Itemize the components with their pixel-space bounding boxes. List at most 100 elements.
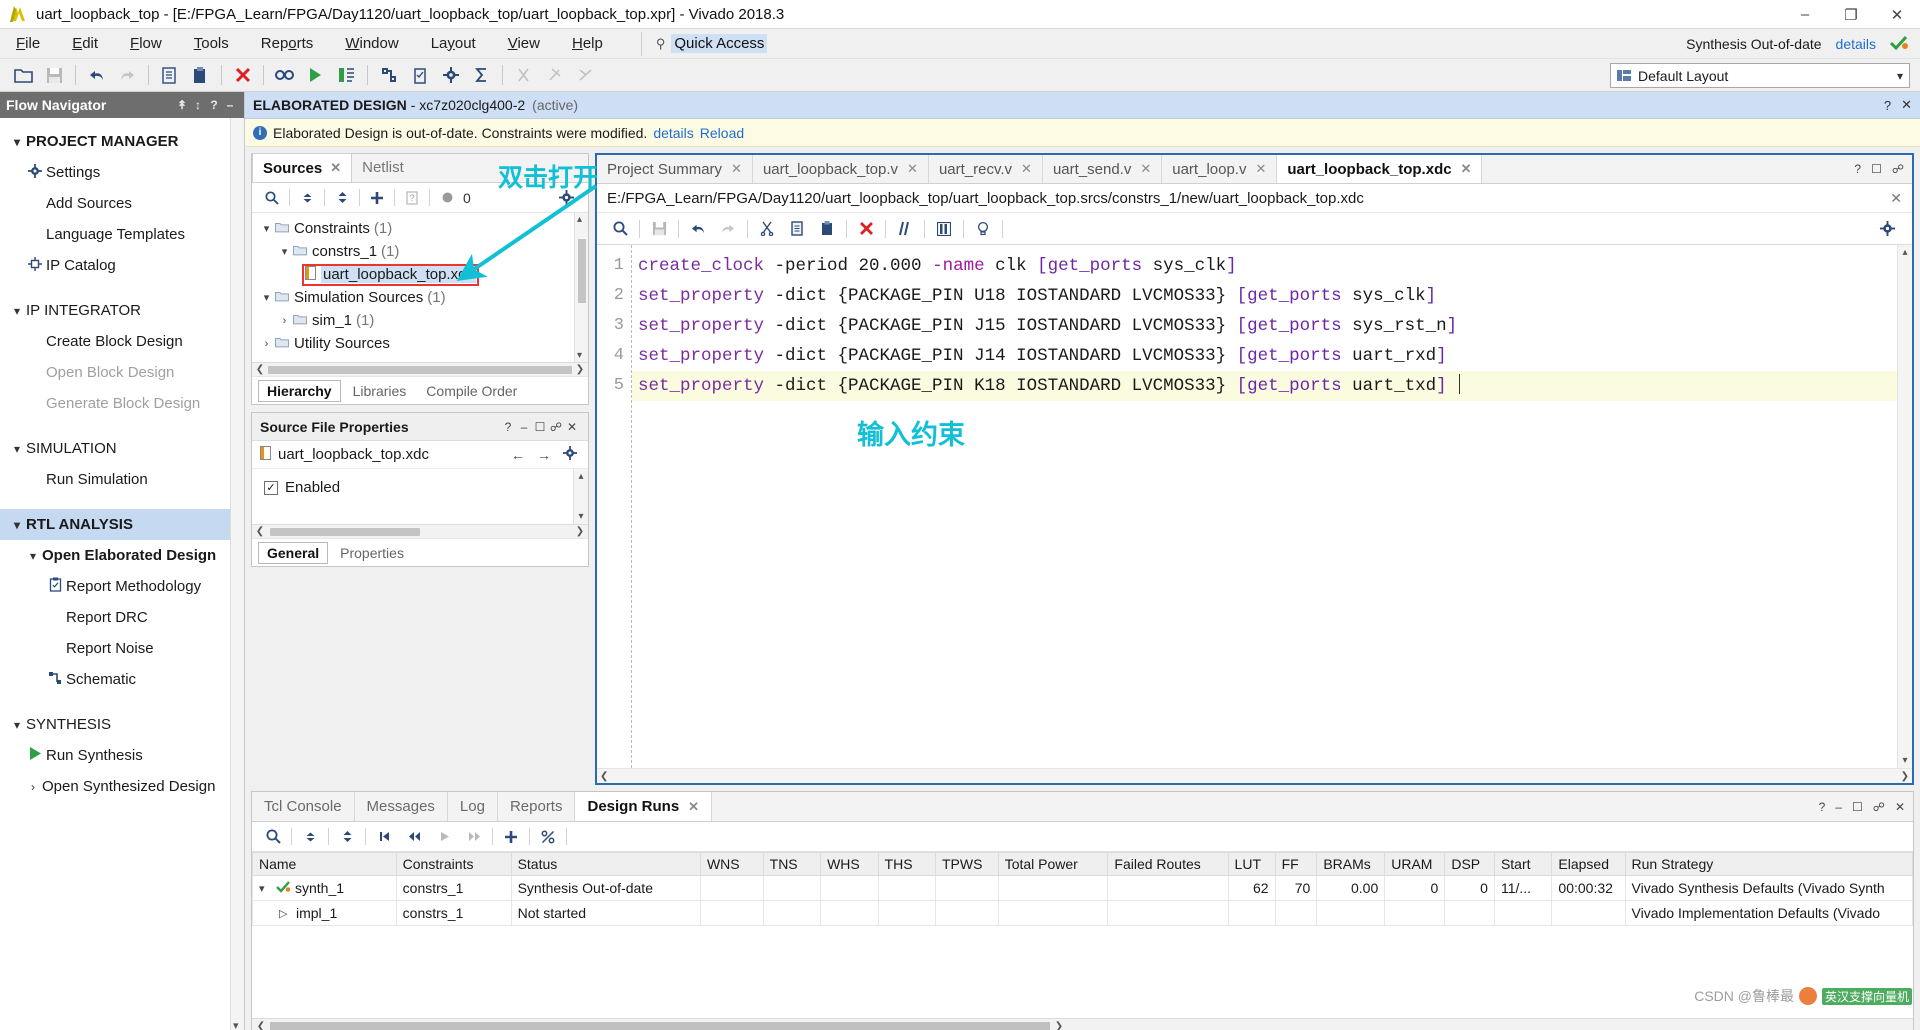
tree-node-xdc-file[interactable]: uart_loopback_top.xdc: [252, 263, 588, 286]
chevron-left-icon[interactable]: ❮: [254, 364, 266, 375]
editor-hscrollbar[interactable]: ❮ ❯: [597, 768, 1912, 783]
sidebar-item-language-templates[interactable]: Language Templates: [0, 219, 244, 250]
menu-layout[interactable]: Layout: [415, 29, 492, 59]
minimize-button[interactable]: –: [1782, 0, 1828, 29]
help-icon[interactable]: ?: [1819, 800, 1826, 814]
chevron-down-icon[interactable]: ▾: [578, 511, 583, 522]
sidebar-section-project-manager[interactable]: ▾ PROJECT MANAGER: [0, 126, 244, 157]
banner-details-link[interactable]: details: [653, 125, 693, 141]
expand-all-icon[interactable]: ↕: [190, 98, 206, 112]
design-runs-hscrollbar[interactable]: ❮ ❯: [252, 1018, 1913, 1030]
maximize-button[interactable]: ❐: [1828, 0, 1874, 29]
chevron-down-icon[interactable]: ▾: [1902, 755, 1907, 766]
tab-properties[interactable]: Properties: [332, 543, 412, 563]
close-icon[interactable]: ✕: [564, 420, 580, 434]
banner-reload-link[interactable]: Reload: [700, 125, 744, 141]
close-icon[interactable]: ✕: [1021, 161, 1032, 177]
tab-netlist[interactable]: Netlist: [352, 153, 414, 182]
col-ths[interactable]: THS: [877, 852, 937, 876]
close-icon[interactable]: ✕: [688, 799, 699, 815]
percent-icon[interactable]: [533, 825, 563, 849]
synthesis-details-link[interactable]: details: [1836, 36, 1876, 52]
col-tpws[interactable]: TPWS: [935, 852, 999, 876]
chevron-up-icon[interactable]: ▴: [577, 214, 582, 225]
chevron-down-icon[interactable]: ▾: [258, 222, 275, 235]
tab-project-summary[interactable]: Project Summary ✕: [597, 155, 753, 183]
col-status[interactable]: Status: [510, 852, 701, 876]
sidebar-item-schematic[interactable]: Schematic: [0, 664, 244, 695]
float-icon[interactable]: ☍: [1873, 800, 1885, 814]
tree-node-utility-sources[interactable]: › Utility Sources: [252, 332, 588, 355]
chevron-up-icon[interactable]: ▴: [1902, 247, 1907, 258]
menu-file[interactable]: FFileile: [0, 29, 56, 59]
tab-uart-recv-v[interactable]: uart_recv.v ✕: [929, 155, 1043, 183]
close-icon[interactable]: ✕: [1140, 161, 1151, 177]
chevron-down-icon[interactable]: ▾: [233, 1019, 239, 1030]
chevron-left-icon[interactable]: ❮: [255, 1021, 267, 1030]
menu-edit[interactable]: Edit: [56, 29, 114, 59]
collapse-all-icon[interactable]: ↟: [174, 98, 190, 112]
sidebar-section-synthesis[interactable]: ▾ SYNTHESIS: [0, 709, 244, 740]
collapse-all-icon[interactable]: [295, 825, 325, 849]
scroll-thumb[interactable]: [268, 365, 572, 374]
chevron-down-icon[interactable]: ▾: [276, 245, 293, 258]
search-icon[interactable]: [258, 186, 286, 210]
menu-reports[interactable]: Reports: [245, 29, 330, 59]
undo-icon[interactable]: [81, 62, 112, 89]
bulb-icon[interactable]: [968, 216, 998, 241]
sidebar-section-simulation[interactable]: ▾ SIMULATION: [0, 433, 244, 464]
chevron-right-icon[interactable]: ▷: [279, 907, 291, 920]
layout-selector[interactable]: Default Layout ▾: [1610, 63, 1910, 88]
tree-node-constraints[interactable]: ▾ Constraints (1): [252, 217, 588, 240]
run-sim-icon[interactable]: [331, 62, 362, 89]
tab-uart-loopback-top-v[interactable]: uart_loopback_top.v ✕: [753, 155, 929, 183]
maximize-icon[interactable]: ☐: [532, 420, 548, 434]
close-button[interactable]: ✕: [1874, 0, 1920, 29]
chevron-left-icon[interactable]: ❮: [600, 771, 608, 782]
chevron-right-icon[interactable]: ›: [258, 338, 275, 350]
sigma-icon[interactable]: [466, 62, 497, 89]
tree-node-constrs-1[interactable]: ▾ constrs_1 (1): [252, 240, 588, 263]
close-icon[interactable]: ✕: [907, 161, 918, 177]
tab-compile-order[interactable]: Compile Order: [418, 381, 525, 401]
menu-window[interactable]: Window: [329, 29, 414, 59]
gear-icon[interactable]: [560, 446, 580, 463]
tab-general[interactable]: General: [258, 541, 329, 564]
gear-icon[interactable]: [1872, 216, 1902, 241]
tab-design-runs[interactable]: Design Runs ✕: [575, 792, 713, 821]
close-icon[interactable]: ✕: [1895, 800, 1905, 814]
close-icon[interactable]: ✕: [1255, 161, 1266, 177]
tab-reports[interactable]: Reports: [498, 792, 576, 821]
chevron-right-icon[interactable]: ›: [276, 315, 293, 327]
help-icon[interactable]: ?: [1854, 162, 1861, 176]
open-project-icon[interactable]: [8, 62, 39, 89]
col-name[interactable]: Name: [252, 852, 397, 876]
scroll-thumb[interactable]: [270, 527, 420, 536]
columns-icon[interactable]: [929, 216, 959, 241]
delete-icon[interactable]: [851, 216, 881, 241]
save-icon[interactable]: [644, 216, 674, 241]
save-icon[interactable]: [39, 62, 70, 89]
settings-icon[interactable]: [435, 62, 466, 89]
sidebar-item-ip-catalog[interactable]: IP Catalog: [0, 250, 244, 281]
table-row[interactable]: ▾ synth_1 constrs_1 Synthesis Out-of-dat…: [252, 875, 1914, 901]
tab-log[interactable]: Log: [448, 792, 498, 821]
sidebar-item-run-synthesis[interactable]: Run Synthesis: [0, 740, 244, 771]
tab-messages[interactable]: Messages: [355, 792, 448, 821]
col-tns[interactable]: TNS: [762, 852, 822, 876]
copy-icon[interactable]: [782, 216, 812, 241]
sidebar-item-settings[interactable]: Settings: [0, 157, 244, 188]
paste-icon[interactable]: [812, 216, 842, 241]
delete-icon[interactable]: [227, 62, 258, 89]
col-lut[interactable]: LUT: [1227, 852, 1276, 876]
comment-icon[interactable]: [890, 216, 920, 241]
close-icon[interactable]: ✕: [330, 160, 341, 176]
sidebar-item-run-simulation[interactable]: Run Simulation: [0, 464, 244, 495]
col-run-strategy[interactable]: Run Strategy: [1624, 852, 1914, 876]
quick-access[interactable]: ⚲ Quick Access: [640, 31, 768, 56]
collapse-all-icon[interactable]: [293, 186, 321, 210]
sidebar-item-report-noise[interactable]: Report Noise: [0, 633, 244, 664]
close-icon[interactable]: ✕: [1461, 161, 1472, 177]
chevron-down-icon[interactable]: ▾: [1897, 69, 1903, 83]
report-icon[interactable]: [404, 62, 435, 89]
